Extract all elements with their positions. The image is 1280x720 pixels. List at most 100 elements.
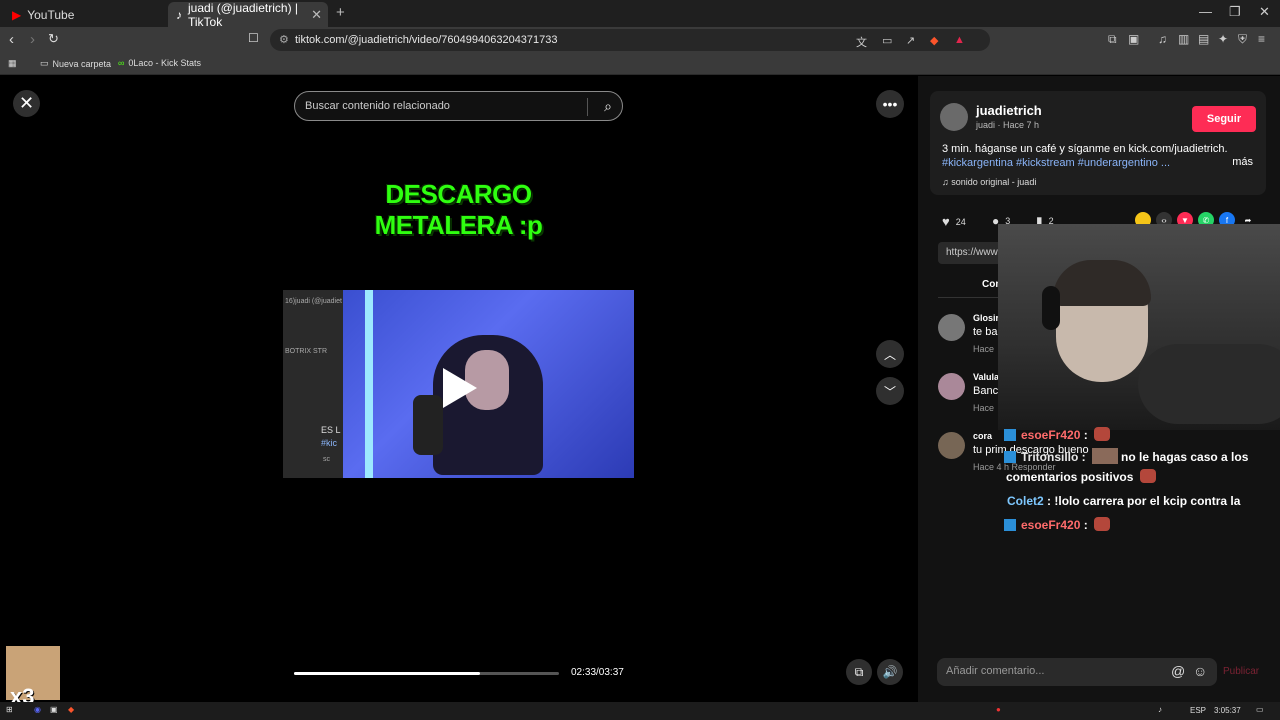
site-info-icon[interactable]: ⚙ [279, 33, 289, 46]
description-text: 3 min. háganse un café y síganme en kick… [942, 143, 1228, 155]
close-window-button[interactable]: ✕ [1259, 4, 1270, 20]
chat-text: comentarios positivos [1006, 470, 1134, 484]
emote-icon [1094, 427, 1111, 441]
next-video-button[interactable]: ﹀ [876, 377, 904, 405]
bookmark-kick-stats[interactable]: ∞ 0Laco - Kick Stats [118, 58, 201, 68]
translate-icon[interactable]: 文 [856, 34, 867, 50]
tiktok-icon: ♪ [176, 7, 182, 22]
new-tab-button[interactable]: + [336, 4, 345, 21]
chat-badge-icon [1004, 451, 1016, 463]
chat-message: Tritonsillo : no le hagas caso a los [1004, 446, 1248, 468]
tab-youtube[interactable]: ▶ YouTube [4, 2, 164, 27]
hashtags[interactable]: #kickargentina #kickstream #underargenti… [942, 156, 1262, 170]
frame-label: sc [323, 456, 330, 463]
more-options-button[interactable]: ••• [876, 90, 904, 118]
minimize-button[interactable]: — [1199, 4, 1212, 19]
language-indicator[interactable]: ESP [1190, 706, 1206, 715]
notifications-icon[interactable]: ▭ [1256, 705, 1264, 714]
close-video-button[interactable]: ✕ [13, 90, 40, 117]
vpn-icon[interactable]: ⛨ [1238, 32, 1247, 47]
commenter-avatar[interactable] [938, 432, 965, 459]
author-avatar[interactable] [940, 103, 968, 131]
video-frame: 16)juadi (@juadiet BOTRIX STR ES L #kic … [283, 290, 634, 478]
screen-icon[interactable]: ▭ [882, 34, 892, 47]
bookmark-folder[interactable]: ▭ Nueva carpeta [40, 58, 111, 69]
publish-button[interactable]: Publicar [1223, 666, 1259, 677]
media-icon[interactable]: ♫ [1158, 32, 1167, 46]
tab-label: YouTube [27, 7, 75, 22]
rewards-icon[interactable]: ▲ [954, 34, 965, 46]
video-progress-bar[interactable] [294, 672, 559, 675]
reload-button[interactable]: ↻ [48, 31, 59, 47]
clock[interactable]: 3:05:37 [1214, 706, 1241, 715]
search-icon[interactable]: ⌕ [604, 98, 612, 115]
more-link[interactable]: más [1232, 156, 1253, 168]
chat-text: no le hagas caso a los [1121, 450, 1249, 464]
related-search-input[interactable]: Buscar contenido relacionado ⌕ [294, 91, 623, 121]
frame-label: STR [313, 348, 327, 355]
app-icon[interactable]: ▣ [50, 705, 58, 714]
address-bar[interactable]: ⚙ tiktok.com/@juadietrich/video/76049940… [270, 29, 990, 51]
microphone [413, 395, 443, 455]
restore-button[interactable]: ❐ [1229, 4, 1241, 20]
bookmark-icon[interactable]: ☐ [248, 31, 259, 45]
windows-start-icon[interactable]: ⊞ [6, 705, 13, 714]
headphones [1042, 286, 1060, 330]
apps-icon[interactable]: ▦ [8, 58, 17, 69]
sound-link[interactable]: ♫ sonido original - juadi [942, 177, 1036, 187]
volume-button[interactable]: 🔊 [877, 659, 903, 685]
forward-button[interactable]: › [30, 31, 35, 48]
share-icon[interactable]: ↗ [906, 34, 915, 47]
sound-label: sonido original - juadi [951, 177, 1037, 187]
commenter-avatar[interactable] [938, 314, 965, 341]
play-icon[interactable] [443, 368, 477, 408]
commenter-name[interactable]: cora [973, 431, 992, 441]
emoji-icon[interactable]: ☺ [1193, 663, 1207, 679]
overlay-line-2: METALERA :p [374, 210, 543, 240]
overlay-line-1: DESCARGO [385, 179, 532, 209]
sidebar-icon[interactable]: ▥ [1178, 32, 1189, 46]
commenter-avatar[interactable] [938, 373, 965, 400]
frame-label: #kic [321, 438, 338, 448]
chat-badge-icon [1004, 519, 1016, 531]
video-player[interactable]: Buscar contenido relacionado ⌕ DESCARGO … [283, 76, 634, 702]
discord-icon[interactable]: ◉ [34, 705, 41, 714]
commenter-name[interactable]: Glosir [973, 313, 999, 323]
comment-input[interactable]: Añadir comentario... @ ☺ [937, 658, 1217, 686]
chat-username: Tritonsillo [1021, 450, 1079, 464]
emote-icon [1092, 448, 1119, 464]
folder-icon: ▭ [40, 58, 49, 68]
close-tab-icon[interactable]: ✕ [311, 7, 322, 23]
wallet2-icon[interactable]: ▤ [1198, 32, 1209, 46]
chat-message: Colet2 : !lolo carrera por el kcip contr… [1007, 494, 1241, 508]
previous-video-button[interactable]: ︿ [876, 340, 904, 368]
author-username[interactable]: juadietrich [976, 103, 1042, 118]
chat-badge-icon [1004, 429, 1016, 441]
chat-message: esoeFr420 : [1004, 514, 1111, 536]
like-button[interactable]: ♥ 24 [942, 214, 966, 229]
follow-button[interactable]: Seguir [1192, 106, 1256, 132]
brave-icon[interactable]: ◆ [68, 705, 74, 714]
wallet-icon[interactable]: ▣ [1128, 32, 1139, 46]
commenter-name[interactable]: Valula [973, 372, 999, 382]
tab-label: juadi (@juadietrich) | TikTok [188, 0, 299, 29]
bookmark-label: 0Laco - Kick Stats [128, 58, 201, 68]
youtube-icon: ▶ [12, 7, 22, 22]
menu-icon[interactable]: ≡ [1258, 32, 1265, 46]
bookmarks-bar: ▦ ▭ Nueva carpeta ∞ 0Laco - Kick Stats [0, 53, 1280, 75]
picture-in-picture-button[interactable]: ⧉ [846, 659, 872, 685]
mention-icon[interactable]: @ [1171, 663, 1185, 679]
url-text: tiktok.com/@juadietrich/video/7604994063… [295, 34, 558, 46]
tray-icon[interactable]: ● [996, 705, 1001, 714]
back-button[interactable]: ‹ [9, 31, 14, 48]
taskbar: ⊞ ◉ ▣ ◆ ● ♪ ESP 3:05:37 ▭ [0, 702, 1280, 720]
frame-label: ES L [321, 425, 341, 435]
author-subtitle: juadi · Hace 7 h [976, 120, 1040, 130]
search-placeholder: Buscar contenido relacionado [305, 100, 450, 112]
frame-label: 16)juadi (@juadiet [285, 298, 342, 305]
extensions-icon[interactable]: ⧉ [1108, 32, 1117, 47]
tab-tiktok[interactable]: ♪ juadi (@juadietrich) | TikTok ✕ [168, 0, 328, 29]
volume-tray-icon[interactable]: ♪ [1158, 705, 1162, 714]
brave-shield-icon[interactable]: ◆ [930, 34, 938, 47]
ai-icon[interactable]: ✦ [1218, 32, 1228, 46]
